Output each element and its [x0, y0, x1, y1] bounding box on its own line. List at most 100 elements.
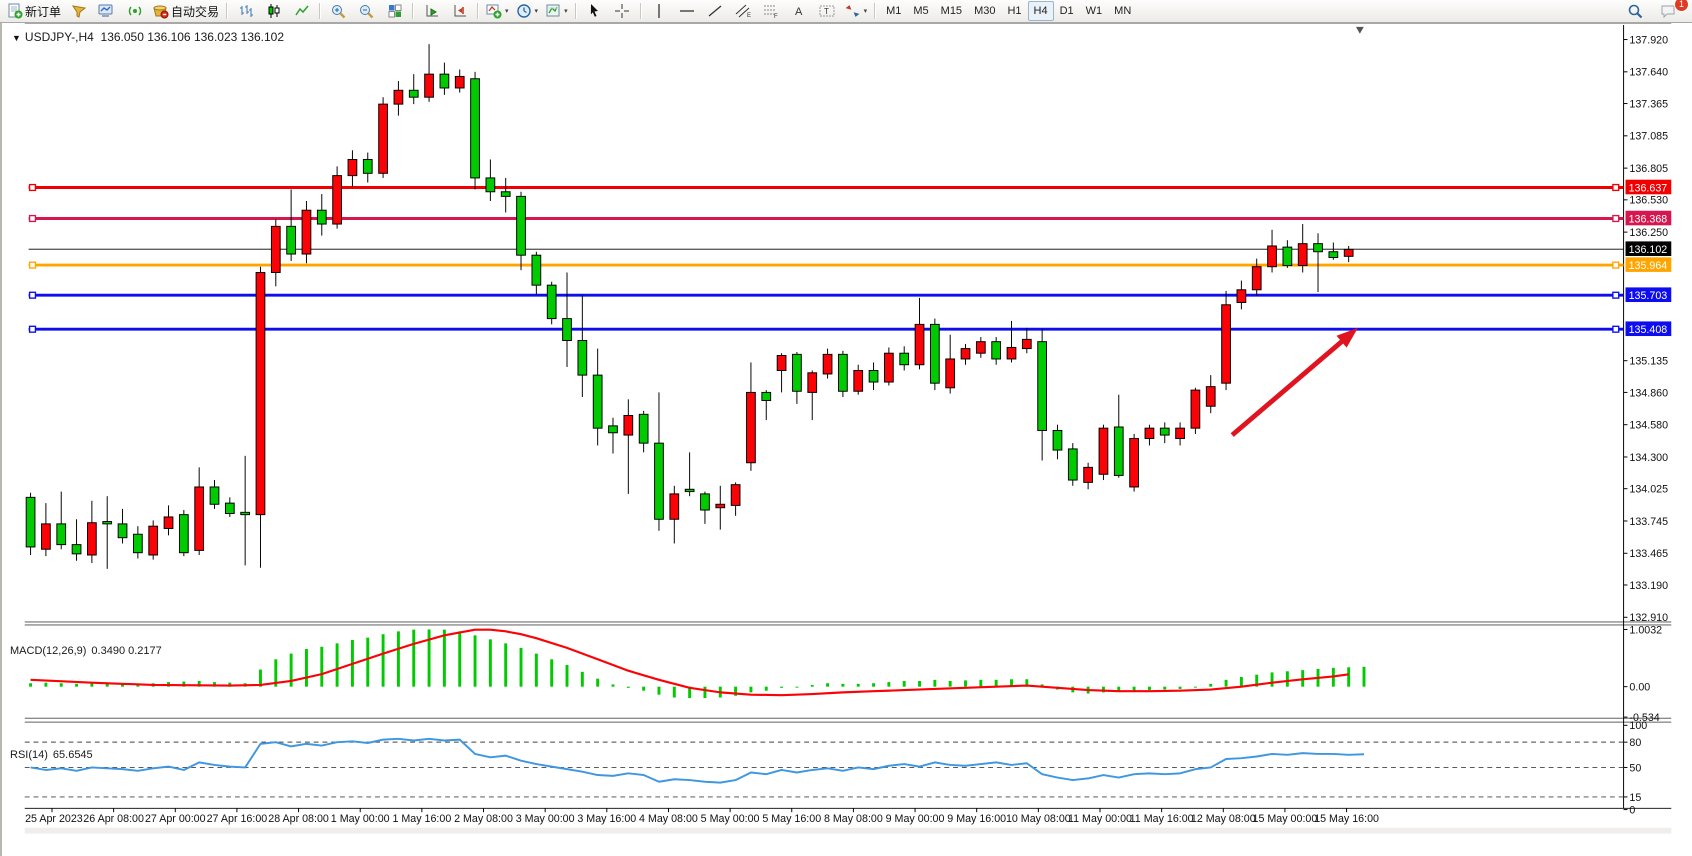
candle-bearish [225, 503, 234, 513]
price-tick-label: 137.920 [1629, 34, 1668, 46]
zoom-in-button[interactable] [325, 1, 352, 22]
candle-bearish [103, 522, 112, 524]
search-icon [1627, 3, 1644, 20]
macd-histogram-bar [535, 654, 538, 687]
line-handle[interactable] [30, 185, 36, 191]
price-tick-label: 136.250 [1629, 227, 1668, 239]
time-axis-label: 10 May 08:00 [1006, 813, 1071, 825]
timeframe-d1[interactable]: D1 [1054, 1, 1080, 21]
timeframe-h4[interactable]: H4 [1028, 1, 1054, 21]
candle-bearish [486, 178, 495, 192]
macd-histogram-bar [612, 684, 615, 686]
line-handle[interactable] [1613, 326, 1619, 332]
time-axis-label: 15 May 00:00 [1253, 813, 1318, 825]
candle-bearish [179, 515, 188, 553]
line-handle[interactable] [30, 292, 36, 298]
line-handle[interactable] [1613, 262, 1619, 268]
svg-text:E: E [747, 13, 751, 19]
auto-scroll-button[interactable] [418, 1, 445, 22]
fibonacci-button[interactable]: F [758, 1, 785, 22]
zoom-out-button[interactable] [353, 1, 380, 22]
timeframe-m5[interactable]: M5 [907, 1, 934, 21]
indicators-button[interactable]: ▾ [483, 1, 512, 22]
line-handle[interactable] [30, 216, 36, 222]
vertical-line-button[interactable] [646, 1, 673, 22]
line-chart-button[interactable] [288, 1, 315, 22]
chart-background[interactable] [25, 23, 1672, 834]
price-tick-label: 137.640 [1629, 67, 1668, 79]
macd-histogram-bar [765, 687, 768, 691]
tile-windows-button[interactable] [381, 1, 408, 22]
candle-bullish [884, 353, 893, 382]
candle-bearish [992, 342, 1001, 359]
macd-histogram-bar [1240, 677, 1243, 687]
line-handle[interactable] [1613, 292, 1619, 298]
notification-badge: 1 [1674, 0, 1689, 12]
rsi-tick-label: 0 [1629, 804, 1635, 816]
timeframe-m15[interactable]: M15 [935, 1, 968, 21]
timeframe-mn[interactable]: MN [1108, 1, 1137, 21]
candle-bearish [593, 375, 602, 428]
candle-bullish [271, 226, 280, 272]
candle-bearish [241, 512, 250, 514]
macd-histogram-bar [412, 630, 415, 687]
text-button[interactable]: A [786, 1, 813, 22]
price-tick-label: 134.580 [1629, 420, 1668, 432]
crosshair-button[interactable] [609, 1, 636, 22]
chevron-down-icon: ▾ [505, 7, 509, 15]
auto-trading-button[interactable]: 自动交易 [149, 1, 222, 22]
line-handle[interactable] [1613, 185, 1619, 191]
candle-bullish [149, 526, 158, 555]
candle-bullish [195, 487, 204, 550]
shift-end-icon [424, 3, 440, 19]
timeframe-h1[interactable]: H1 [1001, 1, 1027, 21]
candle-bearish [363, 159, 372, 173]
timeframe-m1[interactable]: M1 [880, 1, 907, 21]
timeframe-m30[interactable]: M30 [968, 1, 1001, 21]
macd-histogram-bar [489, 639, 492, 686]
candle-bearish [26, 497, 35, 547]
candle-bullish [915, 324, 924, 364]
chart-canvas[interactable]: 137.920137.640137.365137.085136.805136.5… [2, 23, 1692, 856]
bid-price-badge-label: 136.102 [1629, 244, 1668, 256]
templates-button[interactable]: ▾ [542, 1, 571, 22]
text-icon: A [792, 3, 806, 19]
candle-bullish [1191, 390, 1200, 428]
arrows-button[interactable]: ▾ [842, 1, 871, 22]
chart-window[interactable]: 137.920137.640137.365137.085136.805136.5… [0, 23, 1692, 856]
line-handle[interactable] [1613, 216, 1619, 222]
candle-bullish [1344, 249, 1353, 256]
macd-histogram-bar [673, 687, 676, 698]
notifications-button[interactable]: 1 [1655, 1, 1682, 22]
terminal-button[interactable] [93, 1, 120, 22]
line-handle[interactable] [30, 326, 36, 332]
timeframe-w1[interactable]: W1 [1080, 1, 1109, 21]
text-label-button[interactable]: T [814, 1, 841, 22]
horizontal-line-button[interactable] [674, 1, 701, 22]
trendline-button[interactable] [702, 1, 729, 22]
macd-histogram-bar [964, 680, 967, 686]
search-button[interactable] [1622, 1, 1649, 22]
candle-bullish [808, 373, 817, 393]
terminal-icon [98, 3, 115, 19]
line-handle[interactable] [30, 262, 36, 268]
candle-bullish [1099, 428, 1108, 474]
periods-button[interactable]: ▾ [513, 1, 542, 22]
symbol-dropdown-icon[interactable]: ▼ [12, 33, 21, 43]
bar-chart-button[interactable] [232, 1, 259, 22]
equidistant-channel-button[interactable]: E [730, 1, 757, 22]
macd-histogram-bar [872, 683, 875, 686]
period-icon [516, 3, 532, 19]
candle-bullish [1022, 339, 1031, 348]
candle-bullish [747, 392, 756, 462]
cursor-icon [587, 3, 602, 19]
candle-bullish [42, 524, 51, 549]
chart-shift-button[interactable] [446, 1, 473, 22]
signals-button[interactable] [121, 1, 148, 22]
macd-histogram-bar [1286, 671, 1289, 686]
cursor-button[interactable] [581, 1, 608, 22]
candlestick-chart-button[interactable] [260, 1, 287, 22]
new-order-button[interactable]: 新订单 [4, 1, 64, 22]
auto-trading-icon [152, 3, 169, 19]
depth-of-market-button[interactable] [65, 1, 92, 22]
